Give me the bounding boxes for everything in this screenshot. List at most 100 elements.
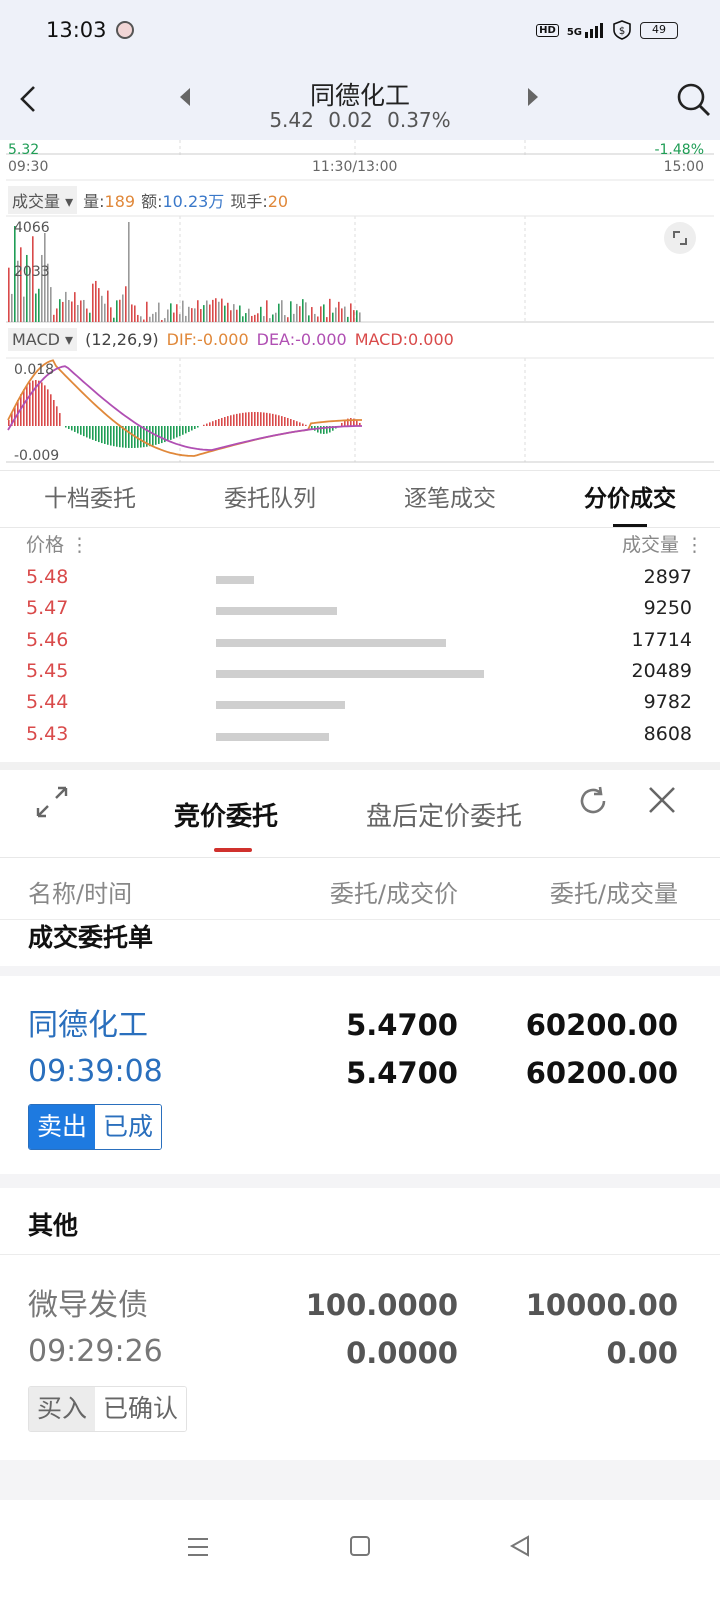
- back-icon[interactable]: [508, 1534, 532, 1558]
- price-header[interactable]: 价格 ⋮: [26, 530, 89, 557]
- macd-bar: [248, 412, 250, 426]
- volume-bar: [272, 314, 274, 322]
- macd-bar: [140, 426, 142, 448]
- volume-bar: [209, 304, 211, 322]
- volume-selector[interactable]: 成交量 ▾: [8, 186, 78, 214]
- macd-bar: [38, 380, 40, 426]
- price-volume-row: 5.47 9250: [0, 593, 720, 625]
- price-high-label: 5.32: [8, 142, 40, 158]
- volume-bar: [62, 301, 64, 322]
- row-price: 5.46: [26, 628, 69, 651]
- macd-bar: [80, 426, 82, 435]
- volume-bar: [305, 302, 307, 322]
- volume-bar: [182, 300, 184, 322]
- status-bar: 13:03 HD 5G $ 49: [0, 0, 720, 62]
- status-time: 13:03: [46, 18, 107, 42]
- macd-bar: [350, 418, 352, 426]
- volume-bar: [161, 319, 163, 322]
- volume-bar: [83, 299, 85, 322]
- volume-bar: [338, 301, 340, 322]
- row-volume: 9782: [643, 691, 692, 714]
- volume-bar: [152, 313, 154, 322]
- macd-value: MACD:0.000: [354, 330, 454, 349]
- macd-bar: [311, 426, 313, 429]
- close-icon[interactable]: [646, 784, 678, 816]
- row-price: 5.47: [26, 597, 69, 620]
- dea-value: DEA:-0.000: [256, 330, 347, 349]
- detail-tabs: 十档委托 委托队列 逐笔成交 分价成交: [0, 470, 720, 528]
- tab-price-volume[interactable]: 分价成交: [540, 471, 720, 527]
- volume-bar: [326, 317, 328, 322]
- tab-after-hours-order[interactable]: 盘后定价委托: [366, 796, 522, 833]
- volume-bar: [284, 315, 286, 322]
- volume-header[interactable]: 成交量 ⋮: [622, 530, 704, 557]
- macd-bar: [257, 412, 259, 426]
- next-stock-icon[interactable]: [528, 88, 538, 106]
- record-fill-price: 0.0000: [346, 1336, 458, 1370]
- tab-order-queue[interactable]: 委托队列: [180, 471, 360, 527]
- macd-bar: [254, 412, 256, 426]
- tab-tick-trades[interactable]: 逐笔成交: [360, 471, 540, 527]
- volume-bar: [296, 303, 298, 322]
- order-record[interactable]: 微导发债 09:29:26 100.0000 0.0000 10000.00 0…: [0, 1256, 720, 1446]
- avatar-icon: [116, 21, 134, 39]
- macd-bar: [89, 426, 91, 439]
- volume-bar: [56, 308, 58, 322]
- volume-bar: [71, 301, 73, 322]
- expand-chart-button[interactable]: [664, 222, 696, 254]
- macd-bar: [47, 389, 49, 426]
- search-icon[interactable]: [676, 82, 712, 118]
- home-icon[interactable]: [348, 1534, 372, 1558]
- menu-icon[interactable]: [186, 1536, 210, 1558]
- refresh-icon[interactable]: [576, 784, 610, 818]
- macd-bar: [194, 426, 196, 429]
- volume-bar: [230, 310, 232, 322]
- volume-bar: [266, 300, 268, 322]
- record-order-price: 100.0000: [305, 1288, 458, 1322]
- volume-info-bar: 成交量 ▾ 量:189 额:10.23万 现手:20: [8, 186, 288, 214]
- volume-bar: [317, 316, 319, 322]
- col-qty: 委托/成交量: [549, 880, 678, 908]
- macd-bar: [284, 417, 286, 426]
- volume-bar: [38, 288, 40, 322]
- macd-bar: [107, 426, 109, 445]
- amount-value: 10.23万: [162, 192, 225, 211]
- volume-bar: [350, 303, 352, 322]
- macd-bar: [302, 423, 304, 426]
- order-record[interactable]: 同德化工 09:39:08 5.4700 5.4700 60200.00 602…: [0, 976, 720, 1172]
- volume-bar: [293, 313, 295, 322]
- volume-bar: [191, 308, 193, 322]
- macd-axis-bottom: -0.009: [14, 448, 60, 464]
- macd-bar: [230, 415, 232, 426]
- volume-bar: [92, 283, 94, 322]
- volume-bar: [128, 222, 130, 322]
- price-volume-row: 5.46 17714: [0, 625, 720, 657]
- volume-bar: [239, 305, 241, 322]
- volume-bar: [68, 299, 70, 322]
- macd-bar: [158, 426, 160, 444]
- macd-selector[interactable]: MACD ▾: [8, 328, 78, 351]
- expand-diagonal-icon[interactable]: [34, 784, 70, 820]
- macd-bar: [221, 417, 223, 426]
- macd-bar: [113, 426, 115, 447]
- time-start-label: 09:30: [8, 159, 49, 175]
- row-volume: 17714: [631, 628, 692, 651]
- status-filled-badge: 已成: [95, 1105, 162, 1149]
- time-mid-label: 11:30/13:00: [312, 159, 398, 175]
- macd-bar: [275, 414, 277, 426]
- macd-bar: [110, 426, 112, 446]
- price-volume-row: 5.43 8608: [0, 719, 720, 751]
- tab-ten-level[interactable]: 十档委托: [0, 471, 180, 527]
- tab-auction-order[interactable]: 竞价委托: [174, 796, 278, 833]
- svg-text:$: $: [619, 26, 625, 37]
- volume-bar: [353, 310, 355, 322]
- volume-bar: [245, 313, 247, 322]
- macd-bar: [239, 413, 241, 426]
- volume-bar: [125, 286, 127, 322]
- macd-bar: [44, 385, 46, 426]
- intraday-chart[interactable]: 5.32 -1.48% 09:30 11:30/13:00 15:00 成交量 …: [0, 140, 720, 470]
- volume-bar: [323, 304, 325, 322]
- volume-bar: [290, 301, 292, 322]
- volume-bar: [95, 280, 97, 322]
- row-volume: 20489: [631, 659, 692, 682]
